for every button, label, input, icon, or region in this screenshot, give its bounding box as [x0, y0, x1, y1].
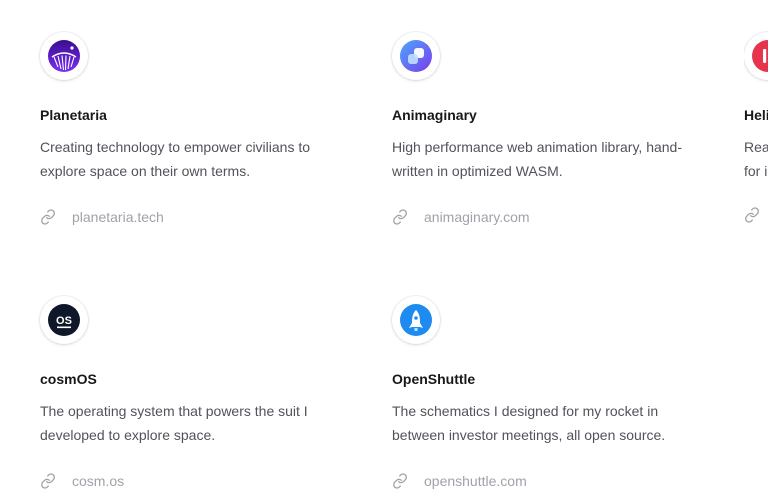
project-card-animaginary[interactable]: Animaginary High performance web animati… [392, 0, 692, 240]
project-description-line: Rea [744, 139, 768, 155]
project-card-openshuttle[interactable]: OpenShuttle The schematics I designed fo… [392, 264, 692, 492]
project-link[interactable]: openshuttle.com [392, 471, 527, 491]
project-link[interactable] [744, 207, 768, 223]
project-title: Animaginary [392, 107, 477, 123]
link-icon [393, 473, 407, 489]
cosmos-logo-icon: OS [40, 296, 88, 344]
animaginary-logo-icon [392, 32, 440, 80]
project-link-text[interactable]: cosm.os [72, 471, 124, 491]
project-description: Rea for i [744, 135, 768, 183]
project-link[interactable]: cosm.os [40, 471, 124, 491]
project-link[interactable]: animaginary.com [392, 207, 530, 227]
project-title: Planetaria [40, 107, 107, 123]
project-card-cosmos[interactable]: OS cosmOS The operating system that powe… [40, 264, 340, 492]
openshuttle-logo-icon [392, 296, 440, 344]
project-link-text[interactable]: animaginary.com [424, 207, 530, 227]
project-link-text[interactable]: openshuttle.com [424, 471, 527, 491]
svg-text:OS: OS [56, 315, 72, 327]
link-icon [41, 473, 55, 489]
link-icon [41, 209, 55, 225]
project-link-text[interactable]: planetaria.tech [72, 207, 164, 227]
helio-logo-icon [744, 32, 768, 80]
projects-grid: Planetaria Creating technology to empowe… [0, 0, 768, 492]
planetaria-logo-icon [40, 32, 88, 80]
project-description: High performance web animation library, … [392, 139, 682, 179]
link-icon [393, 209, 407, 225]
link-icon [745, 207, 759, 223]
project-link[interactable]: planetaria.tech [40, 207, 164, 227]
project-description: Creating technology to empower civilians… [40, 139, 311, 179]
project-description-line: for i [744, 163, 768, 179]
project-description: The schematics I designed for my rocket … [392, 403, 666, 443]
project-title: Heli [744, 107, 768, 123]
project-title: cosmOS [40, 371, 97, 387]
project-title: OpenShuttle [392, 371, 476, 387]
project-description: The operating system that powers the sui… [40, 403, 308, 443]
project-card-helio[interactable]: Heli Rea for i [744, 0, 768, 240]
project-card-planetaria[interactable]: Planetaria Creating technology to empowe… [40, 0, 340, 240]
